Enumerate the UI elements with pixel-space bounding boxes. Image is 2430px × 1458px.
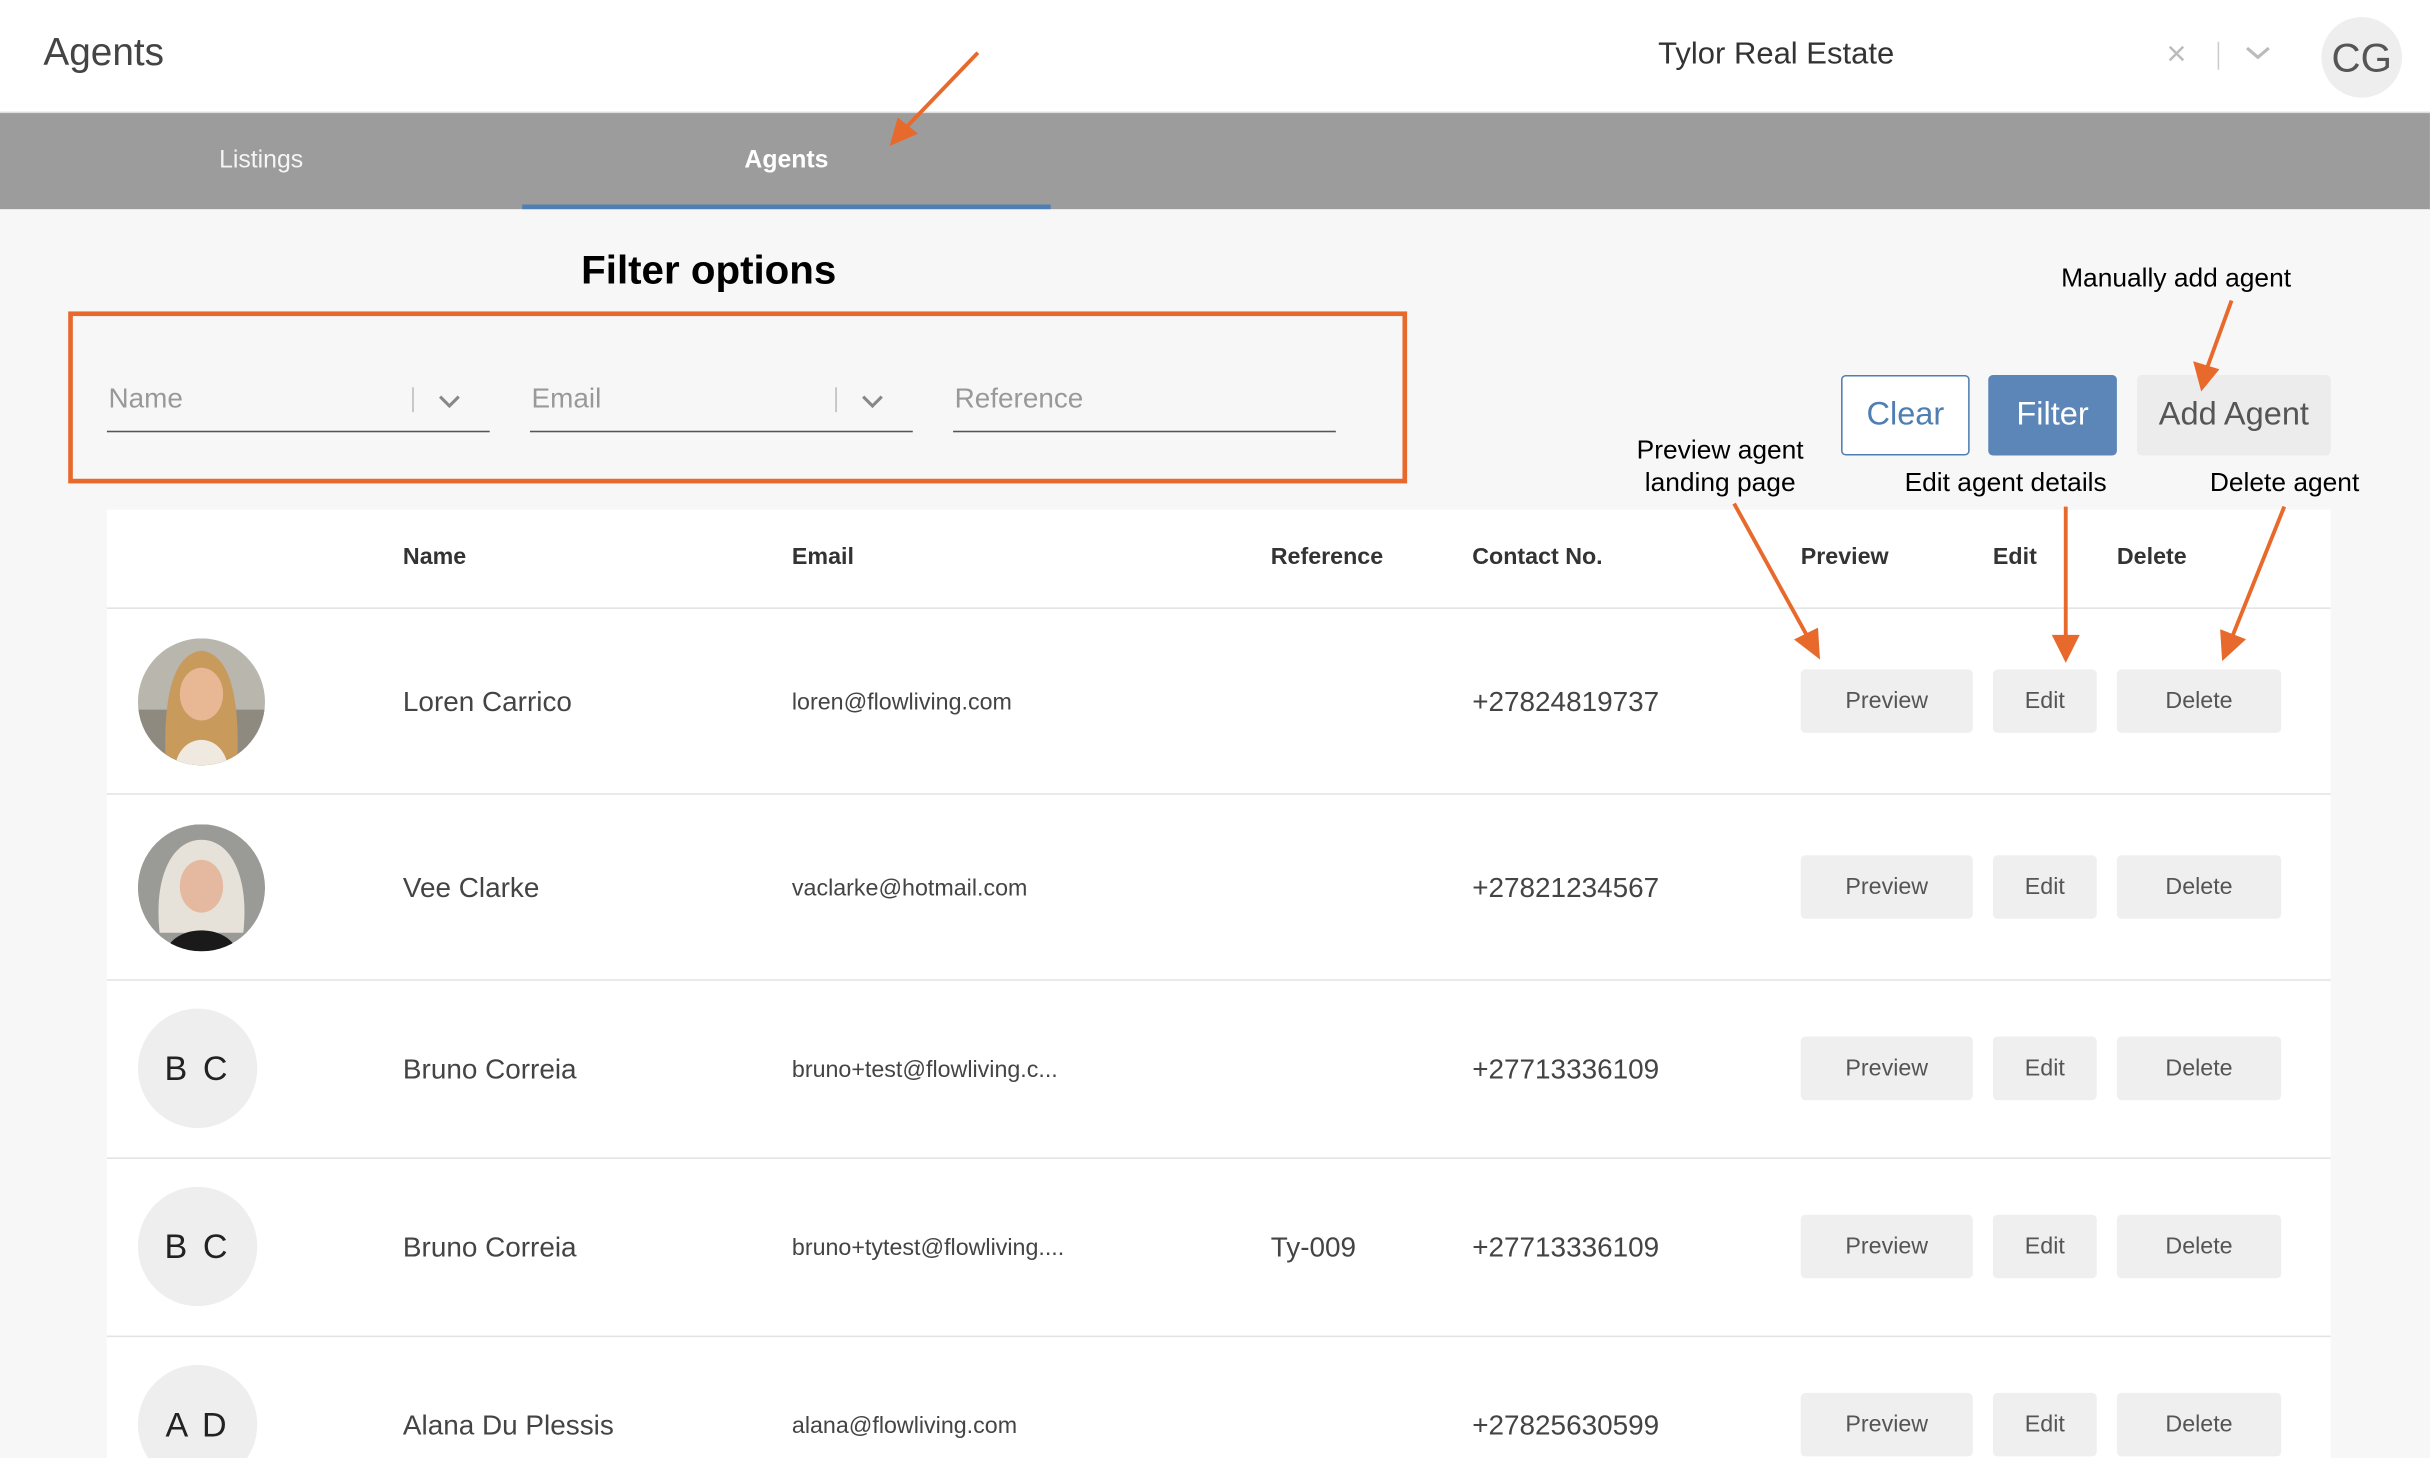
name-filter-divider [412, 387, 414, 413]
annotation-manually-add: Manually add agent [2061, 263, 2292, 293]
agent-email: bruno+test@flowliving.c... [791, 1056, 1058, 1084]
filter-button[interactable]: Filter [1988, 374, 2117, 456]
tab-agents[interactable]: Agents [522, 113, 1051, 210]
edit-button[interactable]: Edit [1992, 669, 2097, 733]
table-row: B C Bruno Correia bruno+tytest@flowlivin… [106, 1159, 2331, 1338]
page-title: Agents [43, 30, 165, 75]
agent-email: alana@flowliving.com [791, 1413, 1018, 1440]
agent-email: vaclarke@hotmail.com [791, 875, 1028, 902]
agent-contact: +27713336109 [1472, 1231, 1660, 1263]
clear-company-icon[interactable]: × [2166, 34, 2186, 74]
preview-button[interactable]: Preview [1800, 669, 1973, 733]
table-row: Vee Clarke vaclarke@hotmail.com +2782123… [106, 795, 2331, 981]
top-header: Agents Tylor Real Estate × CG [0, 0, 2430, 114]
agent-email: loren@flowliving.com [791, 689, 1012, 716]
agent-contact: +27824819737 [1472, 686, 1660, 718]
email-filter-divider [835, 387, 837, 413]
preview-button[interactable]: Preview [1800, 1036, 1973, 1101]
email-filter[interactable]: Email [529, 372, 913, 433]
arrow-to-add-agent [2204, 299, 2234, 370]
email-filter-placeholder: Email [531, 382, 602, 414]
delete-button[interactable]: Delete [2116, 669, 2282, 733]
column-header-name: Name [402, 543, 467, 571]
column-header-delete: Delete [2116, 543, 2187, 571]
delete-button[interactable]: Delete [2116, 1214, 2282, 1279]
preview-button[interactable]: Preview [1800, 855, 1973, 919]
delete-button[interactable]: Delete [2116, 1036, 2282, 1101]
table-row: A D Alana Du Plessis alana@flowliving.co… [107, 1337, 2331, 1458]
agent-name: Bruno Correia [402, 1053, 577, 1085]
chevron-down-icon[interactable] [2242, 37, 2273, 68]
column-header-email: Email [791, 543, 854, 571]
column-header-reference: Reference [1270, 543, 1384, 571]
agent-avatar-photo [137, 824, 265, 952]
agent-name: Bruno Correia [402, 1231, 577, 1263]
tab-listings[interactable]: Listings [0, 113, 522, 209]
column-header-edit: Edit [1992, 543, 2037, 571]
clear-button[interactable]: Clear [1841, 374, 1970, 456]
agent-contact: +27825630599 [1472, 1409, 1660, 1441]
annotation-preview-line2: landing page [1644, 467, 1796, 498]
agent-avatar-initials: A D [137, 1365, 258, 1458]
delete-button[interactable]: Delete [2116, 855, 2282, 919]
agent-avatar-initials: B C [137, 1008, 258, 1128]
annotation-preview: Preview agent landing page [1632, 434, 1809, 499]
table-row: B C Bruno Correia bruno+test@flowliving.… [106, 981, 2331, 1159]
column-header-contact: Contact No. [1472, 543, 1603, 571]
edit-button[interactable]: Edit [1992, 1036, 2097, 1101]
agent-email: bruno+tytest@flowliving.... [791, 1234, 1065, 1262]
name-filter-placeholder: Name [108, 382, 183, 414]
edit-button[interactable]: Edit [1992, 1214, 2097, 1279]
agent-name: Vee Clarke [402, 872, 540, 904]
reference-filter[interactable]: Reference [953, 372, 1336, 433]
delete-button[interactable]: Delete [2116, 1392, 2282, 1457]
agent-name: Alana Du Plessis [402, 1409, 614, 1441]
preview-button[interactable]: Preview [1800, 1214, 1973, 1279]
agent-contact: +27713336109 [1472, 1053, 1660, 1085]
edit-button[interactable]: Edit [1992, 1392, 2097, 1457]
name-filter[interactable]: Name [106, 372, 490, 433]
reference-filter-placeholder: Reference [954, 382, 1084, 414]
agents-table: Name Email Reference Contact No. Preview… [106, 509, 2331, 1458]
main-tabs: Listings Agents [0, 113, 2430, 210]
agent-contact: +27821234567 [1472, 872, 1660, 904]
user-avatar[interactable]: CG [2321, 17, 2403, 98]
annotation-edit: Edit agent details [1904, 467, 2107, 498]
table-row: Loren Carrico loren@flowliving.com +2782… [106, 609, 2331, 795]
chevron-down-icon[interactable] [859, 387, 887, 415]
selector-divider [2217, 41, 2220, 70]
preview-button[interactable]: Preview [1800, 1392, 1973, 1457]
edit-button[interactable]: Edit [1992, 855, 2097, 919]
annotation-filter-options: Filter options [581, 246, 837, 293]
agent-reference: Ty-009 [1270, 1231, 1357, 1263]
company-selector-value[interactable]: Tylor Real Estate [1658, 37, 1894, 73]
column-header-preview: Preview [1800, 543, 1889, 571]
chevron-down-icon[interactable] [435, 387, 463, 415]
agent-avatar-photo [137, 638, 265, 766]
annotation-delete: Delete agent [2209, 467, 2360, 498]
annotation-preview-line1: Preview agent [1636, 435, 1804, 465]
add-agent-button[interactable]: Add Agent [2137, 374, 2331, 456]
agent-avatar-initials: B C [137, 1186, 258, 1307]
agent-name: Loren Carrico [402, 686, 572, 718]
